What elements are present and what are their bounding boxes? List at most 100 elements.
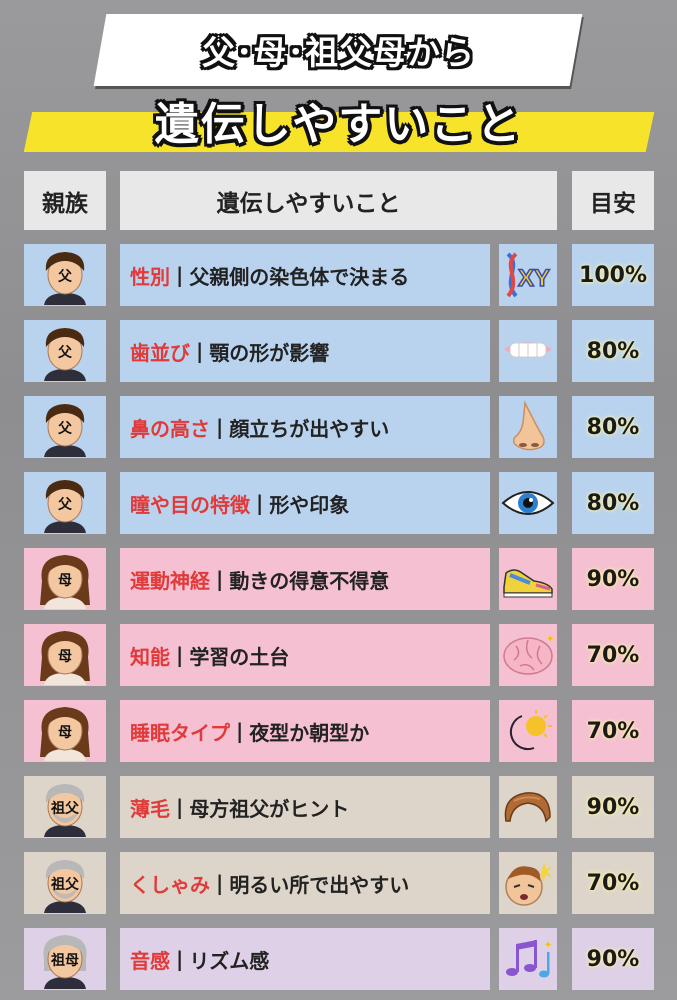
- hair-icon: [499, 776, 557, 838]
- trait-name: 鼻の高さ: [130, 416, 210, 441]
- moon-sun-icon: [499, 700, 557, 762]
- trait-name: 瞳や目の特徴: [130, 492, 250, 517]
- divider: |: [176, 795, 184, 819]
- relation-label: 父: [58, 497, 72, 513]
- relation-label: 父: [58, 421, 72, 437]
- relation-avatar: 母: [24, 548, 106, 610]
- estimate-value: 70%: [586, 642, 640, 668]
- brain-icon: ✦: [499, 624, 557, 686]
- relation-label: 父: [58, 345, 72, 361]
- relation-label: 祖父: [51, 877, 79, 893]
- estimate-value: 80%: [586, 414, 640, 440]
- trait-name: 歯並び: [130, 340, 190, 365]
- divider: |: [216, 871, 224, 895]
- trait-detail: 母方祖父がヒント: [189, 796, 350, 821]
- trait-cell: くしゃみ | 明るい所で出やすい: [120, 852, 490, 914]
- trait-name: 薄毛: [130, 796, 170, 821]
- table-row: 祖父 薄毛 | 母方祖父がヒント 90%: [0, 776, 677, 840]
- estimate-value: 90%: [586, 566, 640, 592]
- estimate-cell: 90%: [572, 548, 654, 610]
- divider: |: [256, 491, 264, 515]
- estimate-value: 90%: [586, 946, 640, 972]
- estimate-value: 80%: [586, 338, 640, 364]
- trait-name: 睡眠タイプ: [130, 720, 230, 745]
- relation-label: 母: [58, 573, 72, 589]
- trait-detail: 形や印象: [269, 492, 350, 517]
- relation-label: 母: [58, 649, 72, 665]
- table-row: 父 鼻の高さ | 顔立ちが出やすい 80%: [0, 396, 677, 460]
- trait-cell: 歯並び | 顎の形が影響: [120, 320, 490, 382]
- relation-avatar: 父: [24, 244, 106, 306]
- table-row: 母 知能 | 学習の土台 ✦ 70%: [0, 624, 677, 688]
- relation-avatar: 母: [24, 700, 106, 762]
- relation-avatar: 父: [24, 320, 106, 382]
- music-notes-icon: ✦: [499, 928, 557, 990]
- relation-avatar: 祖父: [24, 776, 106, 838]
- divider: |: [176, 947, 184, 971]
- relation-avatar: 母: [24, 624, 106, 686]
- svg-text:XY: XY: [518, 265, 550, 292]
- trait-detail: 動きの得意不得意: [229, 568, 390, 593]
- trait-name: 運動神経: [130, 568, 210, 593]
- estimate-cell: 70%: [572, 700, 654, 762]
- relation-label: 祖母: [51, 953, 79, 969]
- divider: |: [216, 567, 224, 591]
- trait-name: 性別: [130, 264, 170, 289]
- trait-name: 知能: [130, 644, 170, 669]
- trait-cell: 性別 | 父親側の染色体で決まる: [120, 244, 490, 306]
- table-row: 父 性別 | 父親側の染色体で決まる XY 100%: [0, 244, 677, 308]
- relation-label: 祖父: [51, 801, 79, 817]
- trait-detail: 学習の土台: [189, 644, 290, 669]
- trait-name: くしゃみ: [130, 872, 210, 897]
- relation-label: 母: [58, 725, 72, 741]
- estimate-cell: 70%: [572, 624, 654, 686]
- trait-detail: リズム感: [189, 948, 270, 973]
- estimate-value: 70%: [586, 718, 640, 744]
- nose-icon: [499, 396, 557, 458]
- estimate-cell: 80%: [572, 396, 654, 458]
- divider: |: [176, 263, 184, 287]
- table-row: 母 睡眠タイプ | 夜型か朝型か 70%: [0, 700, 677, 764]
- header-relation: 親族: [24, 171, 106, 230]
- divider: |: [216, 415, 224, 439]
- estimate-cell: 80%: [572, 472, 654, 534]
- divider: |: [196, 339, 204, 363]
- title-line2: 遺伝しやすいこと: [154, 99, 523, 150]
- divider: |: [236, 719, 244, 743]
- estimate-cell: 80%: [572, 320, 654, 382]
- trait-detail: 顎の形が影響: [209, 340, 330, 365]
- trait-cell: 睡眠タイプ | 夜型か朝型か: [120, 700, 490, 762]
- teeth-icon: [499, 320, 557, 382]
- table-row: 父 瞳や目の特徴 | 形や印象 80%: [0, 472, 677, 536]
- estimate-value: 70%: [586, 870, 640, 896]
- trait-cell: 知能 | 学習の土台: [120, 624, 490, 686]
- svg-text:✦: ✦: [544, 940, 552, 951]
- title-line1: 父･母･祖父母から: [201, 33, 475, 72]
- table-row: 父 歯並び | 顎の形が影響 80%: [0, 320, 677, 384]
- relation-avatar: 父: [24, 472, 106, 534]
- divider: |: [176, 643, 184, 667]
- sneeze-face-icon: [499, 852, 557, 914]
- relation-avatar: 祖母: [24, 928, 106, 990]
- trait-cell: 薄毛 | 母方祖父がヒント: [120, 776, 490, 838]
- trait-detail: 顔立ちが出やすい: [229, 416, 390, 441]
- header-estimate: 目安: [572, 171, 654, 230]
- estimate-cell: 100%: [572, 244, 654, 306]
- trait-cell: 運動神経 | 動きの得意不得意: [120, 548, 490, 610]
- relation-avatar: 祖父: [24, 852, 106, 914]
- table-row: 祖母 音感 | リズム感 ✦ 90%: [0, 928, 677, 992]
- trait-cell: 音感 | リズム感: [120, 928, 490, 990]
- svg-text:✦: ✦: [546, 634, 554, 645]
- trait-detail: 明るい所で出やすい: [229, 872, 410, 897]
- trait-name: 音感: [130, 948, 170, 973]
- eye-icon: [499, 472, 557, 534]
- relation-label: 父: [58, 269, 72, 285]
- trait-cell: 瞳や目の特徴 | 形や印象: [120, 472, 490, 534]
- table-row: 母 運動神経 | 動きの得意不得意 90%: [0, 548, 677, 612]
- relation-avatar: 父: [24, 396, 106, 458]
- trait-cell: 鼻の高さ | 顔立ちが出やすい: [120, 396, 490, 458]
- estimate-value: 90%: [586, 794, 640, 820]
- table-row: 祖父 くしゃみ | 明るい所で出やすい 70%: [0, 852, 677, 916]
- sneaker-icon: [499, 548, 557, 610]
- estimate-cell: 70%: [572, 852, 654, 914]
